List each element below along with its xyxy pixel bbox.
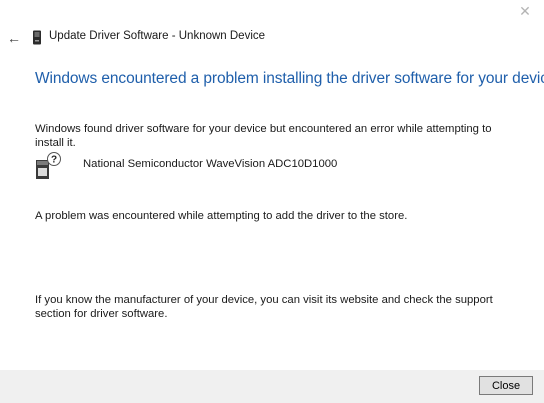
- device-manager-icon: [33, 30, 41, 45]
- window-close-icon[interactable]: ✕: [514, 2, 536, 20]
- back-arrow-icon[interactable]: ←: [6, 28, 22, 48]
- device-name: National Semiconductor WaveVision ADC10D…: [83, 158, 338, 170]
- page-heading: Windows encountered a problem installing…: [35, 70, 544, 87]
- found-driver-text: Windows found driver software for your d…: [35, 123, 492, 149]
- dialog-footer: Close: [0, 370, 544, 403]
- close-button[interactable]: Close: [479, 376, 533, 395]
- unknown-device-icon: ?: [36, 152, 61, 179]
- svg-text:?: ?: [51, 155, 57, 166]
- help-text: If you know the manufacturer of your dev…: [35, 294, 493, 320]
- window-title: Update Driver Software - Unknown Device: [49, 30, 266, 42]
- error-message: A problem was encountered while attempti…: [35, 210, 408, 222]
